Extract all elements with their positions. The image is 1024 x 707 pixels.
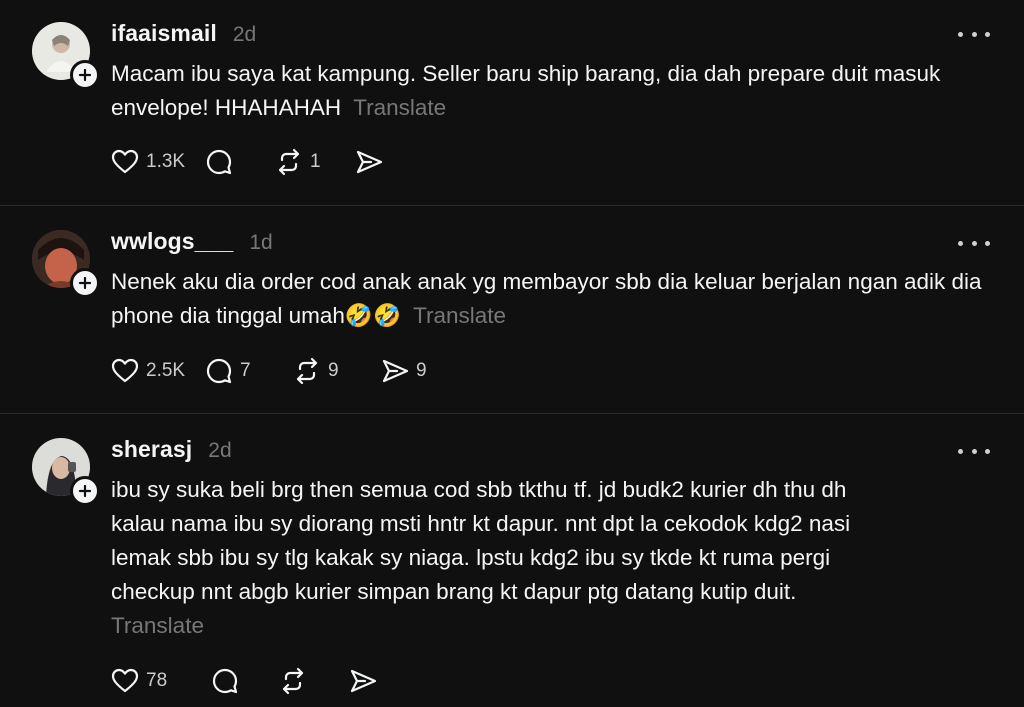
repost-icon bbox=[296, 357, 318, 385]
follow-button[interactable] bbox=[70, 476, 100, 506]
plus-icon bbox=[78, 484, 92, 498]
plus-icon bbox=[78, 276, 92, 290]
reply-button[interactable]: 7 bbox=[204, 356, 292, 386]
more-horizontal-icon bbox=[958, 448, 963, 454]
share-button[interactable] bbox=[348, 666, 408, 696]
action-bar: 78 bbox=[110, 666, 408, 696]
like-count: 78 bbox=[146, 670, 168, 691]
share-icon bbox=[350, 669, 377, 693]
share-icon bbox=[356, 150, 383, 174]
comment-icon bbox=[206, 358, 232, 384]
reply-count: 7 bbox=[240, 360, 251, 381]
like-count: 2.5K bbox=[146, 360, 186, 381]
post-text-container: Nenek aku dia order cod anak anak yg mem… bbox=[111, 265, 991, 333]
post-text: ibu sy suka beli brg then semua cod sbb … bbox=[111, 477, 851, 604]
more-horizontal-icon bbox=[958, 240, 963, 246]
reply-post: sherasj 2d ibu sy suka beli brg then sem… bbox=[0, 414, 1024, 707]
repost-button[interactable] bbox=[278, 666, 348, 696]
reply-button[interactable] bbox=[210, 666, 278, 696]
more-dot bbox=[971, 31, 977, 37]
comment-icon bbox=[212, 668, 238, 694]
heart-icon bbox=[111, 358, 139, 383]
more-horizontal-icon bbox=[958, 31, 963, 37]
translate-link[interactable]: Translate bbox=[413, 303, 506, 328]
repost-count: 1 bbox=[310, 151, 321, 172]
repost-icon bbox=[282, 667, 304, 695]
like-count: 1.3K bbox=[146, 151, 186, 172]
post-text-container: ibu sy suka beli brg then semua cod sbb … bbox=[111, 473, 901, 643]
like-button[interactable]: 1.3K bbox=[110, 147, 204, 177]
more-options-button[interactable] bbox=[958, 233, 990, 253]
translate-link[interactable]: Translate bbox=[353, 95, 446, 120]
more-options-button[interactable] bbox=[958, 441, 990, 461]
heart-icon bbox=[111, 149, 139, 174]
username[interactable]: sherasj bbox=[111, 436, 192, 463]
replies-feed: ifaaismail 2d Macam ibu saya kat kampung… bbox=[0, 0, 1024, 707]
avatar-container[interactable] bbox=[32, 22, 100, 90]
action-bar: 1.3K 1 bbox=[110, 147, 414, 177]
comment-icon bbox=[206, 149, 232, 175]
avatar-container[interactable] bbox=[32, 230, 100, 298]
like-button[interactable]: 78 bbox=[110, 666, 210, 696]
follow-button[interactable] bbox=[70, 268, 100, 298]
share-icon bbox=[382, 359, 409, 383]
post-text: Macam ibu saya kat kampung. Seller baru … bbox=[111, 61, 941, 120]
repost-button[interactable]: 1 bbox=[274, 147, 354, 177]
repost-count: 9 bbox=[328, 360, 339, 381]
repost-icon bbox=[278, 148, 300, 176]
plus-icon bbox=[78, 68, 92, 82]
avatar-container[interactable] bbox=[32, 438, 100, 506]
post-text: Nenek aku dia order cod anak anak yg mem… bbox=[111, 269, 982, 328]
more-dot bbox=[971, 448, 977, 454]
more-dot bbox=[971, 240, 977, 246]
like-button[interactable]: 2.5K bbox=[110, 356, 204, 386]
translate-link[interactable]: Translate bbox=[111, 613, 204, 638]
username[interactable]: wwlogs___ bbox=[111, 228, 233, 255]
reply-post: wwlogs___ 1d Nenek aku dia order cod ana… bbox=[0, 206, 1024, 413]
timestamp: 2d bbox=[232, 23, 257, 46]
more-dot bbox=[985, 240, 990, 246]
reply-button[interactable] bbox=[204, 147, 274, 177]
timestamp: 1d bbox=[249, 231, 273, 254]
more-dot bbox=[985, 448, 990, 454]
repost-button[interactable]: 9 bbox=[292, 356, 380, 386]
username[interactable]: ifaaismail bbox=[111, 20, 217, 47]
post-text-container: Macam ibu saya kat kampung. Seller baru … bbox=[111, 57, 991, 125]
share-button[interactable] bbox=[354, 147, 414, 177]
more-options-button[interactable] bbox=[958, 24, 990, 44]
action-bar: 2.5K 7 9 9 bbox=[110, 356, 440, 386]
follow-button[interactable] bbox=[70, 60, 100, 90]
timestamp: 2d bbox=[208, 439, 232, 462]
share-button[interactable]: 9 bbox=[380, 356, 440, 386]
reply-post: ifaaismail 2d Macam ibu saya kat kampung… bbox=[0, 0, 1024, 205]
more-dot bbox=[985, 31, 990, 37]
heart-icon bbox=[111, 668, 139, 693]
share-count: 9 bbox=[416, 360, 427, 381]
